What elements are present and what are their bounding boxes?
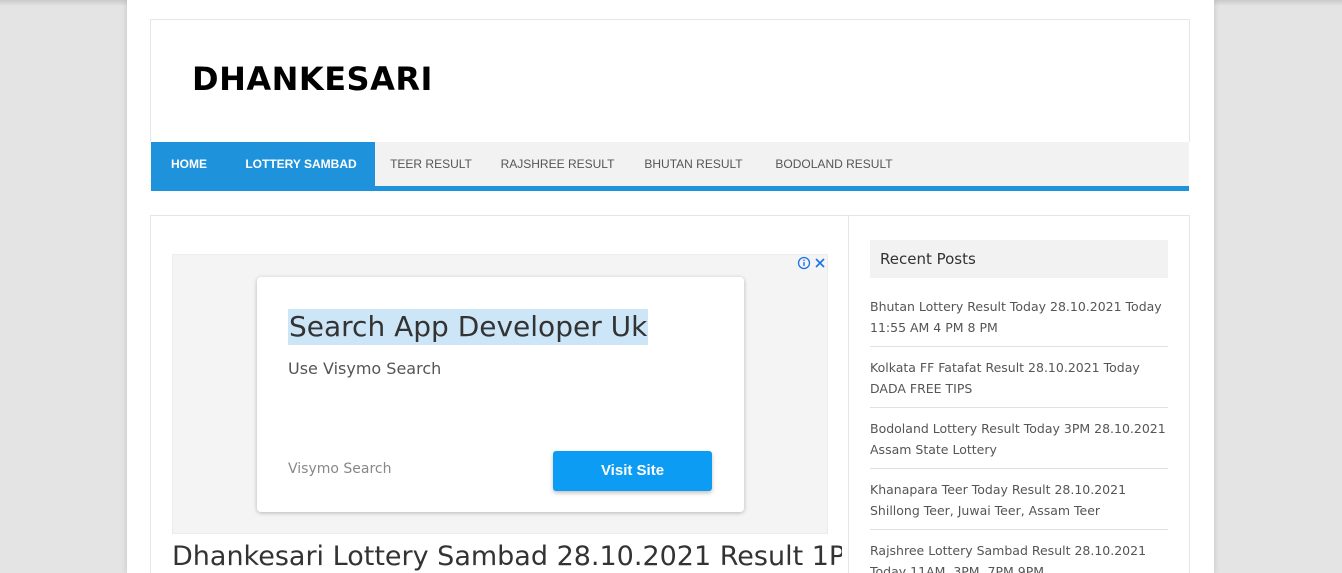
recent-post-link[interactable]: Kolkata FF Fatafat Result 28.10.2021 Tod… [870,354,1168,408]
recent-posts-heading: Recent Posts [870,240,1168,278]
content-area: Search App Developer Uk Use Visymo Searc… [150,215,1190,573]
recent-post-link[interactable]: Bodoland Lottery Result Today 3PM 28.10.… [870,415,1168,469]
ad-card[interactable]: Search App Developer Uk Use Visymo Searc… [257,277,744,512]
recent-post-link[interactable]: Khanapara Teer Today Result 28.10.2021 S… [870,476,1168,530]
nav-bhutan-result[interactable]: BHUTAN RESULT [628,142,759,186]
site-logo[interactable]: DHANKESARI [192,60,433,98]
adchoices-info-icon[interactable] [797,256,827,270]
visit-site-button[interactable]: Visit Site [553,451,712,491]
post-title: Dhankesari Lottery Sambad 28.10.2021 Res… [172,541,842,572]
ad-brand: Visymo Search [288,461,392,477]
ad-banner[interactable]: Search App Developer Uk Use Visymo Searc… [172,254,828,534]
ad-subtitle: Use Visymo Search [288,359,442,378]
site-header: DHANKESARI [150,19,1190,142]
ad-title[interactable]: Search App Developer Uk [288,309,649,345]
main-nav: HOME LOTTERY SAMBAD TEER RESULT RAJSHREE… [151,142,1189,191]
sidebar-divider [848,216,849,573]
nav-rajshree-result[interactable]: RAJSHREE RESULT [487,142,628,186]
close-icon[interactable] [815,258,825,268]
nav-home[interactable]: HOME [151,142,227,186]
recent-posts-list: Bhutan Lottery Result Today 28.10.2021 T… [870,293,1168,573]
nav-teer-result[interactable]: TEER RESULT [375,142,487,186]
adchoices-controls [797,256,827,274]
page-wrapper: DHANKESARI HOME LOTTERY SAMBAD TEER RESU… [127,0,1214,573]
recent-post-link[interactable]: Rajshree Lottery Sambad Result 28.10.202… [870,537,1168,573]
nav-bodoland-result[interactable]: BODOLAND RESULT [759,142,909,186]
nav-lottery-sambad[interactable]: LOTTERY SAMBAD [227,142,375,186]
recent-post-link[interactable]: Bhutan Lottery Result Today 28.10.2021 T… [870,293,1168,347]
